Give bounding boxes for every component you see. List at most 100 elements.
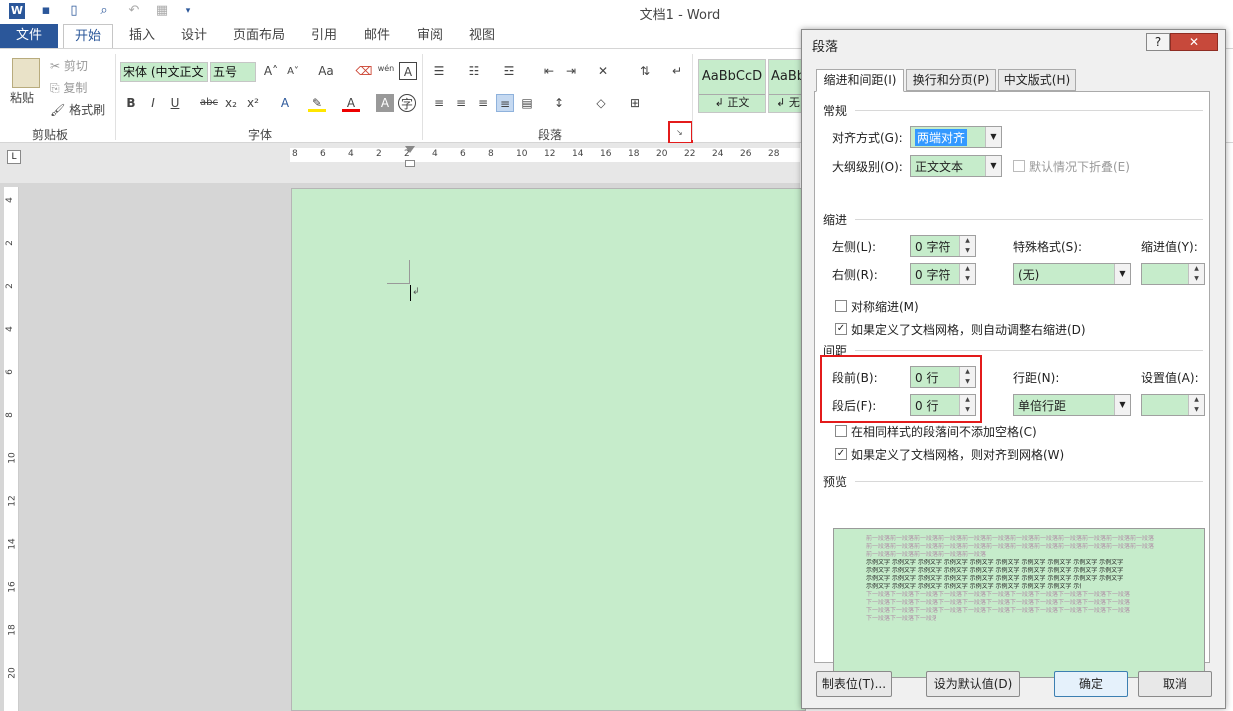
left-indent-marker[interactable] xyxy=(405,160,415,167)
highlight-icon[interactable]: ✎ xyxy=(308,94,326,112)
tab-asian-typography[interactable]: 中文版式(H) xyxy=(998,69,1076,91)
tab-selector-icon[interactable]: L xyxy=(7,150,21,164)
tab-references[interactable]: 引用 xyxy=(302,24,346,48)
superscript-button[interactable]: x² xyxy=(244,94,262,112)
set-default-button[interactable]: 设为默认值(D) xyxy=(926,671,1020,697)
right-indent-spinner[interactable]: 0 字符 ▲ ▼ xyxy=(910,263,976,285)
chevron-down-icon[interactable]: ▼ xyxy=(985,156,1001,176)
ruler-tick-label: 2 xyxy=(376,149,382,159)
align-left-icon[interactable]: ≡ xyxy=(430,94,448,112)
spinner-arrows-icon[interactable]: ▲ ▼ xyxy=(959,236,975,256)
sort-icon[interactable]: ⇅ xyxy=(636,62,654,80)
special-select[interactable]: (无) ▼ xyxy=(1013,263,1131,285)
auto-right-indent-checkbox[interactable]: ✓ xyxy=(835,323,847,335)
tab-home[interactable]: 开始 xyxy=(63,24,113,49)
shrink-font-icon[interactable]: A˅ xyxy=(284,63,302,81)
pinyin-icon[interactable]: wén xyxy=(377,60,395,78)
paste-button[interactable]: 粘贴 xyxy=(10,88,34,108)
customize-qat-icon[interactable]: ▾ xyxy=(180,3,196,19)
first-line-indent-marker[interactable] xyxy=(405,146,415,153)
print-preview-icon[interactable]: ⌕ xyxy=(96,3,112,19)
tab-review[interactable]: 审阅 xyxy=(408,24,452,48)
spinner-arrows-icon[interactable]: ▲ ▼ xyxy=(959,264,975,284)
text-effects-icon[interactable]: A xyxy=(276,94,294,112)
line-spacing-select[interactable]: 单倍行距 ▼ xyxy=(1013,394,1131,416)
style-sample: AaBbCcD xyxy=(701,69,763,84)
tab-line-page-breaks[interactable]: 换行和分页(P) xyxy=(906,69,996,91)
ruler-tick-label: 2 xyxy=(4,283,15,289)
copy-button[interactable]: ⎘ 复制 xyxy=(50,78,87,98)
save-icon[interactable]: ▪ xyxy=(38,3,54,19)
cancel-button[interactable]: 取消 xyxy=(1138,671,1212,697)
char-shading-icon[interactable]: A xyxy=(376,94,394,112)
chevron-down-icon[interactable]: ▼ xyxy=(985,127,1001,147)
cut-button[interactable]: ✂ 剪切 xyxy=(50,56,88,76)
dialog-launcher-icon[interactable]: ↘ xyxy=(676,128,683,137)
clear-format-icon[interactable]: ⌫ xyxy=(355,62,373,80)
align-center-icon[interactable]: ≡ xyxy=(452,94,470,112)
collapse-checkbox[interactable] xyxy=(1013,160,1025,172)
increase-indent-icon[interactable]: ⇥ xyxy=(562,62,580,80)
tab-insert[interactable]: 插入 xyxy=(120,24,164,48)
new-document-icon[interactable]: ▯ xyxy=(66,3,82,19)
tabs-button[interactable]: 制表位(T)... xyxy=(816,671,892,697)
spinner-arrows-icon[interactable]: ▲ ▼ xyxy=(1188,264,1204,284)
help-button[interactable]: ? xyxy=(1146,33,1170,51)
at-spinner[interactable]: ▲ ▼ xyxy=(1141,394,1205,416)
paste-icon[interactable] xyxy=(12,58,40,88)
outline-level-select[interactable]: 正文文本 ▼ xyxy=(910,155,1002,177)
chevron-down-icon[interactable]: ▼ xyxy=(1114,264,1130,284)
multilevel-list-icon[interactable]: ☲ xyxy=(500,62,518,80)
undo-icon[interactable]: ↶ xyxy=(126,3,142,19)
alignment-select[interactable]: 两端对齐 ▼ xyxy=(910,126,1002,148)
chevron-down-icon[interactable]: ▼ xyxy=(1114,395,1130,415)
mirror-indents-checkbox[interactable] xyxy=(835,300,847,312)
close-button[interactable]: ✕ xyxy=(1170,33,1218,51)
font-name-combo[interactable]: 宋体 (中文正文 xyxy=(120,62,208,82)
strikethrough-button[interactable]: abc xyxy=(198,94,220,112)
borders-icon[interactable]: ⊞ xyxy=(626,94,644,112)
font-color-icon[interactable]: A xyxy=(342,94,360,112)
change-case-button[interactable]: Aa xyxy=(312,62,340,80)
tab-file[interactable]: 文件 xyxy=(0,24,58,48)
distributed-icon[interactable]: ▤ xyxy=(518,94,536,112)
tab-design[interactable]: 设计 xyxy=(172,24,216,48)
document-page[interactable] xyxy=(291,188,806,711)
italic-button[interactable]: I xyxy=(144,94,162,112)
shading-icon[interactable]: ◇ xyxy=(592,94,610,112)
numbering-icon[interactable]: ☷ xyxy=(465,62,483,80)
at-label: 设置值(A): xyxy=(1141,371,1199,385)
grow-font-icon[interactable]: A˄ xyxy=(262,62,280,80)
underline-button[interactable]: U xyxy=(166,94,184,112)
justify-icon[interactable]: ≡ xyxy=(496,94,514,112)
spinner-arrows-icon[interactable]: ▲ ▼ xyxy=(1188,395,1204,415)
asian-layout-icon[interactable]: ✕ xyxy=(594,62,612,80)
bold-button[interactable]: B xyxy=(122,94,140,112)
indent-by-spinner[interactable]: ▲ ▼ xyxy=(1141,263,1205,285)
spinner-arrows-icon[interactable]: ▲ ▼ xyxy=(959,395,975,415)
space-after-spinner[interactable]: 0 行 ▲ ▼ xyxy=(910,394,976,416)
table-icon[interactable]: ▦ xyxy=(154,3,170,19)
subscript-button[interactable]: x₂ xyxy=(222,94,240,112)
decrease-indent-icon[interactable]: ⇤ xyxy=(540,62,558,80)
tab-mailings[interactable]: 邮件 xyxy=(355,24,399,48)
format-painter-button[interactable]: 🖌 格式刷 xyxy=(50,100,105,120)
tab-layout[interactable]: 页面布局 xyxy=(226,24,292,48)
enclose-char-icon[interactable]: 字 xyxy=(398,94,416,112)
space-before-spinner[interactable]: 0 行 ▲ ▼ xyxy=(910,366,976,388)
font-size-combo[interactable]: 五号 xyxy=(210,62,256,82)
char-border-icon[interactable]: A xyxy=(399,62,417,80)
snap-to-grid-checkbox[interactable]: ✓ xyxy=(835,448,847,460)
left-indent-spinner[interactable]: 0 字符 ▲ ▼ xyxy=(910,235,976,257)
tab-indent-spacing[interactable]: 缩进和间距(I) xyxy=(816,69,904,92)
indent-marker-icon[interactable] xyxy=(405,146,415,168)
no-space-checkbox[interactable] xyxy=(835,425,847,437)
ok-button[interactable]: 确定 xyxy=(1054,671,1128,697)
tab-view[interactable]: 视图 xyxy=(460,24,504,48)
show-marks-icon[interactable]: ↵ xyxy=(668,62,686,80)
bullets-icon[interactable]: ☰ xyxy=(430,62,448,80)
align-right-icon[interactable]: ≡ xyxy=(474,94,492,112)
style-normal[interactable]: AaBbCcD ↲ 正文 xyxy=(698,59,766,113)
spinner-arrows-icon[interactable]: ▲ ▼ xyxy=(959,367,975,387)
line-spacing-icon[interactable]: ↕ xyxy=(550,94,568,112)
